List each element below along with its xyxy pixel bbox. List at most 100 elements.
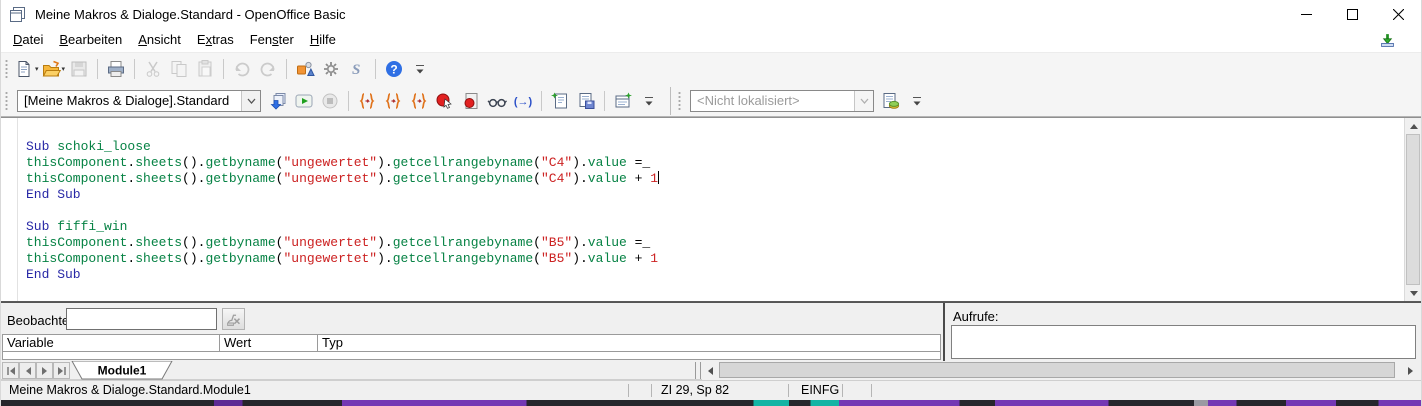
column-wert[interactable]: Wert	[220, 335, 318, 351]
menu-hilfe[interactable]: Hilfe	[302, 29, 344, 51]
column-typ[interactable]: Typ	[318, 335, 940, 351]
toolbar-separator	[223, 59, 224, 79]
code-line[interactable]: End Sub	[26, 267, 1403, 283]
step-out-button[interactable]	[406, 88, 432, 114]
code-line[interactable]: thisComponent.sheets().getbyname("ungewe…	[26, 171, 1403, 187]
dropdown-arrow-icon[interactable]: ▾	[62, 65, 66, 73]
next-tab-button[interactable]	[36, 362, 53, 379]
open-folder-icon	[41, 59, 61, 79]
gear-icon	[321, 59, 341, 79]
settings-button[interactable]	[318, 56, 344, 82]
step-over-button[interactable]	[354, 88, 380, 114]
toolbar-grip[interactable]	[4, 91, 9, 111]
dock-window-icon[interactable]	[1377, 30, 1397, 50]
import-source-button[interactable]	[547, 88, 573, 114]
code-line[interactable]: End Sub	[26, 187, 1403, 203]
svg-text:?: ?	[390, 63, 397, 77]
save-button[interactable]	[66, 56, 92, 82]
calls-list[interactable]	[951, 325, 1416, 359]
toolbar-grip[interactable]	[4, 59, 9, 79]
remove-watch-button[interactable]	[222, 308, 245, 330]
open-button[interactable]: ▾	[40, 56, 67, 82]
step-into-button[interactable]	[380, 88, 406, 114]
menu-ansicht[interactable]: Ansicht	[130, 29, 189, 51]
cut-button[interactable]	[140, 56, 166, 82]
language-toolbar-overflow[interactable]	[904, 88, 930, 114]
menu-fenster[interactable]: Fenster	[242, 29, 302, 51]
manage-language-icon	[881, 91, 901, 111]
menu-bearbeiten[interactable]: Bearbeiten	[51, 29, 130, 51]
horizontal-scrollbar[interactable]	[702, 361, 1421, 380]
scroll-up-icon[interactable]	[1405, 118, 1422, 134]
copy-button[interactable]	[166, 56, 192, 82]
scroll-left-icon[interactable]	[702, 362, 719, 379]
object-catalog-button[interactable]	[292, 56, 318, 82]
find-parentheses-button[interactable]: (→)	[510, 88, 536, 114]
breakpoint-gutter[interactable]	[1, 118, 18, 301]
help-button[interactable]: ?	[381, 56, 407, 82]
code-line[interactable]: Sub schoki_loose	[26, 139, 1403, 155]
code-line[interactable]: thisComponent.sheets().getbyname("ungewe…	[26, 235, 1403, 251]
status-module-path: Meine Makros & Dialoge.Standard.Module1	[9, 381, 251, 400]
compile-button[interactable]	[265, 88, 291, 114]
library-combobox[interactable]: [Meine Makros & Dialoge].Standard	[17, 90, 261, 112]
macro-toolbar-overflow[interactable]	[636, 88, 662, 114]
run-button[interactable]	[291, 88, 317, 114]
save-source-button[interactable]	[573, 88, 599, 114]
toolbar-grip[interactable]	[677, 91, 682, 111]
horizontal-scrollbar-thumb[interactable]	[719, 362, 1395, 378]
scroll-right-icon[interactable]	[1402, 362, 1419, 379]
code-line[interactable]: thisComponent.sheets().getbyname("ungewe…	[26, 251, 1403, 267]
previous-tab-button[interactable]	[19, 362, 36, 379]
breakpoint-doc-icon	[461, 91, 481, 111]
chevron-down-icon[interactable]	[241, 91, 260, 111]
code-line[interactable]	[26, 123, 1403, 139]
organize-modules-button[interactable]	[610, 88, 636, 114]
undo-button[interactable]	[229, 56, 255, 82]
dropdown-arrow-icon[interactable]: ▾	[35, 65, 39, 73]
calls-panel: Aufrufe:	[945, 303, 1421, 361]
code-line[interactable]: Sub fiffi_win	[26, 219, 1403, 235]
first-tab-button[interactable]	[2, 362, 19, 379]
step-brace-icon	[383, 91, 403, 111]
manage-breakpoints-button[interactable]	[458, 88, 484, 114]
watch-table[interactable]: Variable Wert Typ	[2, 334, 941, 360]
print-button[interactable]	[103, 56, 129, 82]
language-combobox-value: <Nicht lokalisiert>	[691, 91, 854, 111]
code-area[interactable]: Sub schoki_loosethisComponent.sheets().g…	[19, 118, 1403, 301]
language-combobox[interactable]: <Nicht lokalisiert>	[690, 90, 874, 112]
minimize-button[interactable]	[1283, 0, 1329, 28]
calls-label: Aufrufe:	[953, 309, 999, 324]
standard-toolbar-overflow[interactable]	[407, 56, 433, 82]
maximize-button[interactable]	[1329, 0, 1375, 28]
stop-button[interactable]	[317, 88, 343, 114]
manage-language-button[interactable]	[878, 88, 904, 114]
paste-button[interactable]	[192, 56, 218, 82]
vertical-scrollbar-thumb[interactable]	[1406, 134, 1420, 285]
toolbar-separator	[604, 91, 605, 111]
window-title: Meine Makros & Dialoge.Standard - OpenOf…	[35, 7, 345, 22]
macro-organizer-button[interactable]: S	[344, 56, 370, 82]
save-icon	[69, 59, 89, 79]
tab-module1[interactable]: Module1	[71, 361, 173, 380]
svg-text:(→): (→)	[514, 96, 533, 108]
column-variable[interactable]: Variable	[3, 335, 220, 351]
toolbar-separator	[670, 87, 671, 115]
code-line[interactable]	[26, 203, 1403, 219]
breakpoint-button[interactable]	[432, 88, 458, 114]
menu-datei[interactable]: Datei	[5, 29, 51, 51]
step-brace-icon	[357, 91, 377, 111]
menu-extras[interactable]: Extras	[189, 29, 242, 51]
watch-input[interactable]	[66, 308, 217, 330]
last-tab-button[interactable]	[53, 362, 70, 379]
parens-icon: (→)	[513, 91, 533, 111]
code-line[interactable]: thisComponent.sheets().getbyname("ungewe…	[26, 155, 1403, 171]
vertical-scrollbar[interactable]	[1404, 118, 1421, 301]
cut-icon	[143, 59, 163, 79]
close-button[interactable]	[1375, 0, 1421, 28]
tabbar-splitter[interactable]	[695, 362, 701, 379]
scroll-down-icon[interactable]	[1405, 285, 1422, 301]
new-document-button[interactable]: ▾	[13, 56, 40, 82]
find-button[interactable]	[484, 88, 510, 114]
redo-button[interactable]	[255, 56, 281, 82]
